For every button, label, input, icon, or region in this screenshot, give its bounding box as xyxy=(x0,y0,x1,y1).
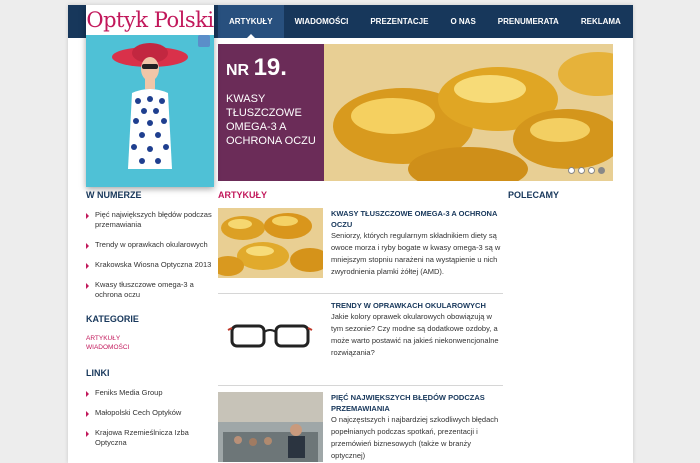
nav-subscription[interactable]: PRENUMERATA xyxy=(487,5,570,38)
article-title[interactable]: TRENDY W OPRAWKACH OKULAROWYCH xyxy=(331,300,503,311)
issue-number-value: 19. xyxy=(253,54,287,81)
article-thumbnail-glasses[interactable] xyxy=(218,300,323,370)
article-thumbnail-conference[interactable] xyxy=(218,392,323,462)
slider-dot-2[interactable] xyxy=(578,167,585,174)
slider-pagination xyxy=(568,167,605,174)
link-item[interactable]: Krajowa Rzemieślnicza Izba Optyczna xyxy=(86,428,214,448)
hero-slider[interactable]: NR 19. KWASY TŁUSZCZOWE OMEGA-3 A OCHRON… xyxy=(218,44,613,181)
slider-dot-3[interactable] xyxy=(588,167,595,174)
recommended-section: POLECAMY xyxy=(508,190,618,200)
articles-heading: ARTYKUŁY xyxy=(218,190,267,200)
slider-dot-4[interactable] xyxy=(598,167,605,174)
issue-list: Pięć największych błędów podczas przemaw… xyxy=(86,210,214,300)
article-excerpt: Seniorzy, których regularnym składnikiem… xyxy=(331,231,501,276)
issue-item[interactable]: Trendy w oprawkach okularowych xyxy=(86,240,214,250)
left-sidebar: W NUMERZE Pięć największych błędów podcz… xyxy=(86,190,214,458)
category-link-news[interactable]: WIADOMOŚCI xyxy=(86,343,214,352)
magazine-cover[interactable]: Optyk Polski xyxy=(86,5,214,187)
article-body: PIĘĆ NAJWIĘKSZYCH BŁĘDÓW PODCZAS PRZEMAW… xyxy=(331,392,503,463)
article-body: KWASY TŁUSZCZOWE OMEGA-3 A OCHRONA OCZU … xyxy=(331,208,503,287)
hero-caption-panel[interactable]: NR 19. KWASY TŁUSZCZOWE OMEGA-3 A OCHRON… xyxy=(218,44,324,181)
nav-advertising[interactable]: REKLAMA xyxy=(570,5,632,38)
article-body: TRENDY W OPRAWKACH OKULAROWYCH Jakie kol… xyxy=(331,300,503,379)
article-title[interactable]: PIĘĆ NAJWIĘKSZYCH BŁĘDÓW PODCZAS PRZEMAW… xyxy=(331,392,503,414)
issue-item[interactable]: Kwasy tłuszczowe omega-3 a ochrona oczu xyxy=(86,280,214,300)
site-logo[interactable]: Optyk Polski xyxy=(86,5,214,35)
categories-list: ARTYKUŁY WIADOMOŚCI xyxy=(86,334,214,352)
link-item[interactable]: Feniks Media Group xyxy=(86,388,214,398)
issue-item[interactable]: Pięć największych błędów podczas przemaw… xyxy=(86,210,214,230)
issue-heading: W NUMERZE xyxy=(86,190,142,200)
cover-model-image xyxy=(112,43,188,169)
nav-presentations[interactable]: PREZENTACJE xyxy=(359,5,439,38)
nav-about[interactable]: O NAS xyxy=(439,5,486,38)
article-thumbnail-capsules[interactable] xyxy=(218,208,323,278)
hero-headline[interactable]: KWASY TŁUSZCZOWE OMEGA-3 A OCHRONA OCZU xyxy=(226,92,316,148)
links-heading: LINKI xyxy=(86,368,110,378)
recommended-heading: POLECAMY xyxy=(508,190,560,200)
page: ARTYKUŁY WIADOMOŚCI PREZENTACJE O NAS PR… xyxy=(68,5,633,463)
main-nav: ARTYKUŁY WIADOMOŚCI PREZENTACJE O NAS PR… xyxy=(218,5,632,38)
categories-heading: KATEGORIE xyxy=(86,314,139,324)
article-title[interactable]: KWASY TŁUSZCZOWE OMEGA-3 A OCHRONA OCZU xyxy=(331,208,503,230)
cover-badge-icon xyxy=(198,35,210,47)
issue-item[interactable]: Krakowska Wiosna Optyczna 2013 xyxy=(86,260,214,270)
link-item[interactable]: Małopolski Cech Optyków xyxy=(86,408,214,418)
article-item: TRENDY W OPRAWKACH OKULAROWYCH Jakie kol… xyxy=(218,300,503,386)
article-item: KWASY TŁUSZCZOWE OMEGA-3 A OCHRONA OCZU … xyxy=(218,208,503,294)
issue-number: NR 19. xyxy=(226,54,316,82)
articles-section: ARTYKUŁY KWASY TŁUSZCZOWE OMEGA-3 A OCHR… xyxy=(218,190,503,463)
article-excerpt: O najczęstszych i najbardziej szkodliwyc… xyxy=(331,415,499,460)
issue-number-label: NR xyxy=(226,62,250,79)
links-list: Feniks Media Group Małopolski Cech Optyk… xyxy=(86,388,214,448)
article-item: PIĘĆ NAJWIĘKSZYCH BŁĘDÓW PODCZAS PRZEMAW… xyxy=(218,392,503,463)
article-excerpt: Jakie kolory oprawek okularowych obowiąz… xyxy=(331,312,499,357)
nav-articles[interactable]: ARTYKUŁY xyxy=(218,5,284,38)
category-link-articles[interactable]: ARTYKUŁY xyxy=(86,334,214,343)
nav-news[interactable]: WIADOMOŚCI xyxy=(284,5,360,38)
slider-dot-1[interactable] xyxy=(568,167,575,174)
